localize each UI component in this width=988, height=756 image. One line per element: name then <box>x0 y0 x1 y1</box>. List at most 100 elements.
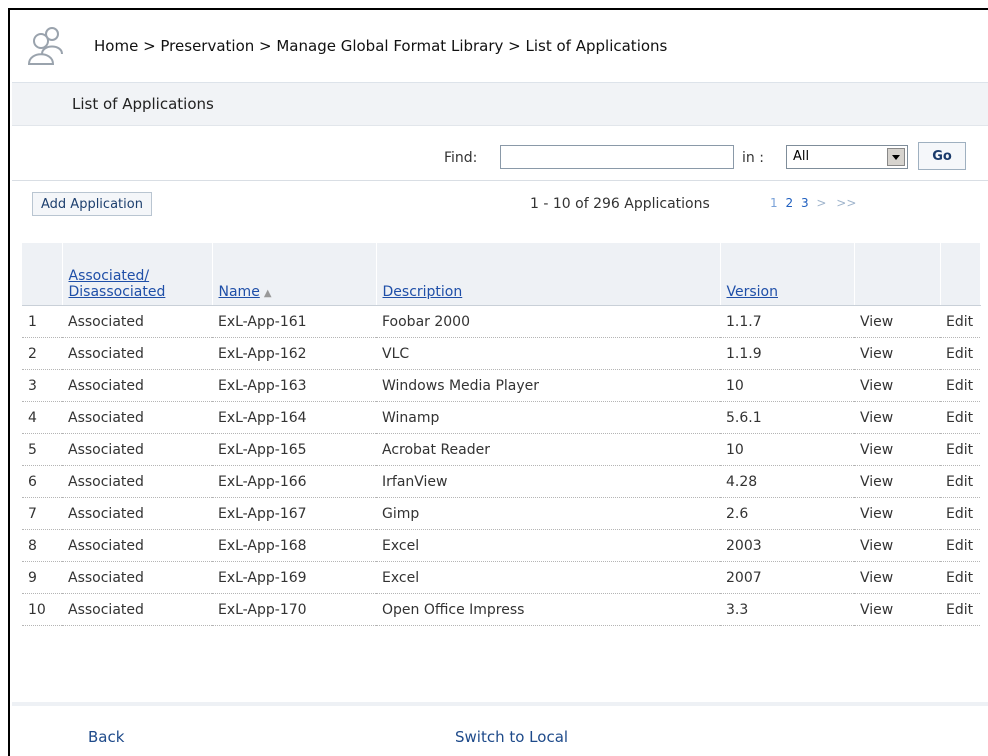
find-bar: Find: in : All Go <box>12 136 988 181</box>
col-header-version[interactable]: Version <box>720 243 855 306</box>
go-button[interactable]: Go <box>918 142 966 170</box>
association-status: Associated <box>62 337 212 370</box>
edit-link[interactable]: Edit <box>940 433 980 466</box>
applications-table: Associated/ Disassociated Name ▲ Descript… <box>22 243 981 626</box>
page-title: List of Applications <box>72 95 214 113</box>
application-description: Open Office Impress <box>376 593 720 626</box>
users-group-icon <box>27 27 63 65</box>
application-version: 5.6.1 <box>720 401 854 434</box>
scope-select-value: All <box>793 149 810 164</box>
edit-link[interactable]: Edit <box>940 369 980 402</box>
find-label: Find: <box>444 150 478 166</box>
view-link[interactable]: View <box>854 561 940 594</box>
table-row: 6 Associated ExL-App-166 IrfanView 4.28 View E… <box>22 465 980 498</box>
edit-link[interactable]: Edit <box>940 593 980 626</box>
table-header-row: Associated/ Disassociated Name ▲ Descript… <box>22 243 981 306</box>
application-version: 2007 <box>720 561 854 594</box>
in-label: in : <box>742 150 764 166</box>
sort-name-link[interactable]: Name <box>219 284 260 300</box>
row-number: 1 <box>22 305 62 338</box>
application-version: 1.1.7 <box>720 305 854 338</box>
application-name-link[interactable]: ExL-App-170 <box>212 593 376 626</box>
row-number: 9 <box>22 561 62 594</box>
application-description: Excel <box>376 529 720 562</box>
switch-to-local-link[interactable]: Switch to Local <box>455 728 568 746</box>
row-number: 10 <box>22 593 62 626</box>
edit-link[interactable]: Edit <box>940 401 980 434</box>
application-name-link[interactable]: ExL-App-165 <box>212 433 376 466</box>
sort-associated-link[interactable]: Associated/ Disassociated <box>69 268 166 300</box>
association-status: Associated <box>62 593 212 626</box>
table-row: 9 Associated ExL-App-169 Excel 2007 View Edit <box>22 561 980 594</box>
edit-link[interactable]: Edit <box>940 337 980 370</box>
table-row: 2 Associated ExL-App-162 VLC 1.1.9 View Edit <box>22 337 980 370</box>
association-status: Associated <box>62 561 212 594</box>
application-version: 2.6 <box>720 497 854 530</box>
view-link[interactable]: View <box>854 497 940 530</box>
table-row: 3 Associated ExL-App-163 Windows Media Play… <box>22 369 980 402</box>
application-description: VLC <box>376 337 720 370</box>
application-name-link[interactable]: ExL-App-168 <box>212 529 376 562</box>
view-link[interactable]: View <box>854 433 940 466</box>
sort-description-link[interactable]: Description <box>383 284 463 300</box>
application-description: Gimp <box>376 497 720 530</box>
edit-link[interactable]: Edit <box>940 497 980 530</box>
view-link[interactable]: View <box>854 337 940 370</box>
table-row: 4 Associated ExL-App-164 Winamp 5.6.1 View Edi… <box>22 401 980 434</box>
find-input[interactable] <box>500 145 734 169</box>
page-link-3[interactable]: 3 <box>801 196 809 210</box>
col-header-description[interactable]: Description <box>376 243 721 306</box>
application-version: 3.3 <box>720 593 854 626</box>
chevron-down-icon[interactable] <box>887 148 905 166</box>
table-row: 7 Associated ExL-App-167 Gimp 2.6 View Edit <box>22 497 980 530</box>
scope-select[interactable]: All <box>786 145 908 169</box>
row-number: 4 <box>22 401 62 434</box>
row-number: 3 <box>22 369 62 402</box>
edit-link[interactable]: Edit <box>940 305 980 338</box>
association-status: Associated <box>62 401 212 434</box>
association-status: Associated <box>62 433 212 466</box>
add-application-button[interactable]: Add Application <box>32 192 152 216</box>
view-link[interactable]: View <box>854 529 940 562</box>
page-header: Home > Preservation > Manage Global Form… <box>12 12 988 83</box>
application-name-link[interactable]: ExL-App-161 <box>212 305 376 338</box>
subheader: List of Applications <box>12 83 988 126</box>
view-link[interactable]: View <box>854 369 940 402</box>
col-header-number <box>22 243 63 306</box>
page-link-2[interactable]: 2 <box>785 196 793 210</box>
association-status: Associated <box>62 529 212 562</box>
edit-link[interactable]: Edit <box>940 465 980 498</box>
association-status: Associated <box>62 465 212 498</box>
breadcrumb: Home > Preservation > Manage Global Form… <box>94 37 668 55</box>
table-row: 10 Associated ExL-App-170 Open Office Impre… <box>22 593 980 626</box>
application-version: 10 <box>720 369 854 402</box>
page-link-1: 1 <box>770 196 778 210</box>
view-link[interactable]: View <box>854 401 940 434</box>
page-frame: Home > Preservation > Manage Global Form… <box>8 8 988 756</box>
view-link[interactable]: View <box>854 593 940 626</box>
view-link[interactable]: View <box>854 465 940 498</box>
sort-version-link[interactable]: Version <box>727 284 778 300</box>
edit-link[interactable]: Edit <box>940 561 980 594</box>
application-name-link[interactable]: ExL-App-162 <box>212 337 376 370</box>
back-link[interactable]: Back <box>88 728 124 746</box>
application-description: IrfanView <box>376 465 720 498</box>
application-name-link[interactable]: ExL-App-169 <box>212 561 376 594</box>
row-number: 5 <box>22 433 62 466</box>
pager-info: 1 - 10 of 296 Applications <box>530 196 710 212</box>
view-link[interactable]: View <box>854 305 940 338</box>
next-page-link[interactable]: > <box>816 196 826 210</box>
application-name-link[interactable]: ExL-App-163 <box>212 369 376 402</box>
last-page-link[interactable]: >> <box>836 196 856 210</box>
association-status: Associated <box>62 369 212 402</box>
application-version: 10 <box>720 433 854 466</box>
application-name-link[interactable]: ExL-App-166 <box>212 465 376 498</box>
col-header-name[interactable]: Name ▲ <box>212 243 377 306</box>
edit-link[interactable]: Edit <box>940 529 980 562</box>
application-name-link[interactable]: ExL-App-167 <box>212 497 376 530</box>
application-name-link[interactable]: ExL-App-164 <box>212 401 376 434</box>
association-status: Associated <box>62 305 212 338</box>
col-header-view <box>854 243 941 306</box>
table-row: 5 Associated ExL-App-165 Acrobat Reader 10 Vi… <box>22 433 980 466</box>
col-header-associated[interactable]: Associated/ Disassociated <box>62 243 213 306</box>
